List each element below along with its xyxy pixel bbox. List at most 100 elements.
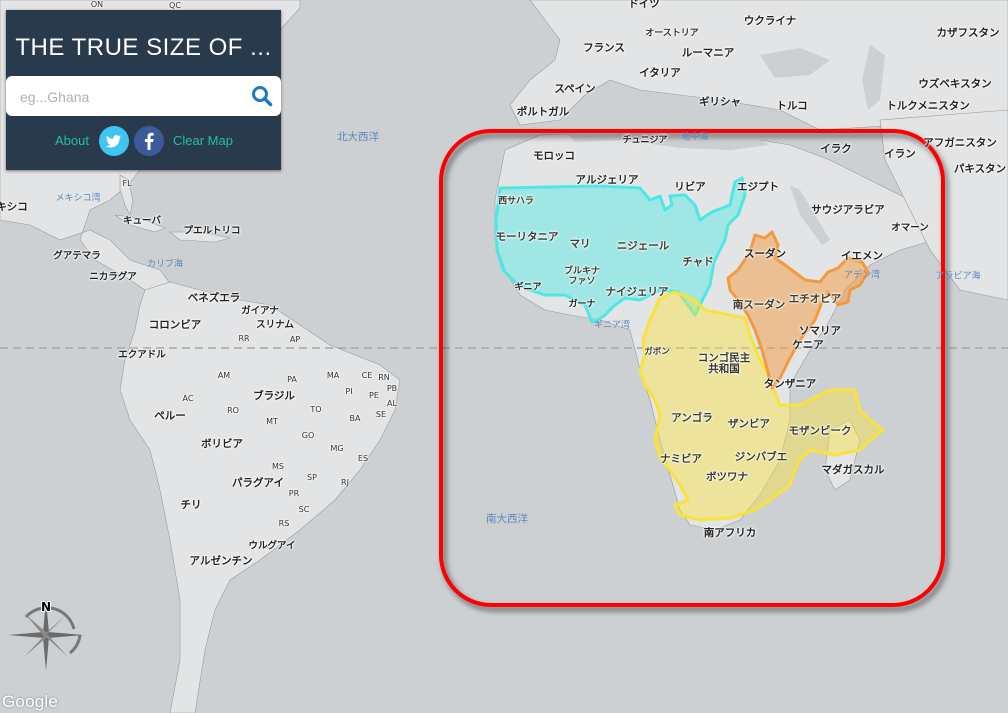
label-libya: リビア <box>674 180 706 193</box>
compass-rose-icon: N <box>6 595 86 675</box>
label-iraq: イラク <box>820 142 852 155</box>
label-north-atlantic: 北大西洋 <box>337 130 379 143</box>
label-south-sudan: 南スーダン <box>732 298 786 311</box>
label-zambia: ザンビア <box>728 417 770 430</box>
label-tunisia: チュニジア <box>622 135 668 146</box>
label-turkey: トルコ <box>776 99 808 112</box>
label-region-ma: MA <box>326 371 340 380</box>
label-south-africa: 南アフリカ <box>703 526 757 539</box>
label-spain: スペイン <box>554 82 596 95</box>
label-iran: イラン <box>884 147 916 160</box>
label-paraguay: パラグアイ <box>232 476 284 489</box>
label-angola: アンゴラ <box>671 411 713 424</box>
label-region-sp: SP <box>307 473 317 482</box>
label-madagascar: マダガスカル <box>821 463 885 476</box>
label-region-pe: PE <box>369 391 379 400</box>
label-region-rn: RN <box>378 373 390 382</box>
label-caribbean-sea: カリブ海 <box>146 259 184 270</box>
label-mediterranean: 地中海 <box>681 132 709 143</box>
label-ecuador: エクアドル <box>118 349 166 361</box>
facebook-icon[interactable] <box>134 126 164 156</box>
label-region-mg: MG <box>330 444 344 453</box>
label-italy: イタリア <box>639 66 681 79</box>
label-ghana: ガーナ <box>568 299 596 310</box>
label-faso: ファソ <box>568 276 596 287</box>
label-suriname: スリナム <box>256 319 294 331</box>
google-logo: Google <box>2 692 59 711</box>
label-uzbekistan: ウズベキスタン <box>918 77 992 90</box>
label-chile: チリ <box>180 498 202 511</box>
label-region-ba: BA <box>349 414 361 423</box>
panel-links: About Clear Map <box>6 126 281 156</box>
label-gulf-of-guinea: ギニア湾 <box>593 320 631 331</box>
twitter-icon[interactable] <box>99 126 129 156</box>
app-title: THE TRUE SIZE OF ... <box>15 34 272 61</box>
label-region-ms: MS <box>272 462 284 471</box>
land-south-america <box>119 281 401 713</box>
label-france: フランス <box>583 41 625 54</box>
label-south-atlantic: 南大西洋 <box>486 512 528 525</box>
label-gulf-of-aden: アデン湾 <box>843 270 881 281</box>
about-link[interactable]: About <box>55 133 89 148</box>
label-yemen: イエメン <box>841 249 883 262</box>
label-tanzania: タンザニア <box>763 377 817 390</box>
label-western-sahara: 西サハラ <box>498 196 534 207</box>
label-botswana: ボツワナ <box>706 470 748 483</box>
search-icon[interactable] <box>251 85 273 107</box>
label-venezuela: ベネズエラ <box>187 291 241 304</box>
label-region-rs: RS <box>278 519 290 528</box>
label-guyana: ガイアナ <box>241 305 279 317</box>
label-mozambique: モザンビーク <box>788 424 852 437</box>
label-drc-line2: 共和国 <box>708 362 740 375</box>
control-panel: THE TRUE SIZE OF ... About Clear Map <box>6 10 281 170</box>
label-mexico: キシコ <box>0 200 28 213</box>
label-portugal: ポルトガル <box>516 105 570 118</box>
label-mauritania: モーリタニア <box>495 230 559 243</box>
compass-north-label: N <box>41 600 51 614</box>
label-namibia: ナミビア <box>660 452 702 465</box>
label-region-pi: PI <box>345 387 353 396</box>
label-pakistan: パキスタン <box>953 162 1007 175</box>
label-region-to: TO <box>310 405 322 414</box>
label-region-ac: AC <box>182 394 194 403</box>
label-region-ro: RO <box>227 406 239 415</box>
label-region-pr: PR <box>288 489 300 498</box>
label-greece: ギリシャ <box>699 95 741 108</box>
label-region-rr: RR <box>238 334 250 343</box>
label-gulf-of-mexico: メキシコ湾 <box>55 193 101 204</box>
label-gabon: ガボン <box>644 346 670 357</box>
label-burkina: ブルキナ <box>563 266 601 277</box>
search-input[interactable] <box>18 84 242 110</box>
label-region-pa: PA <box>287 375 297 384</box>
label-uruguay: ウルグアイ <box>248 540 296 552</box>
label-region-on: ON <box>90 0 104 9</box>
label-region-sc: SC <box>298 505 310 514</box>
label-zimbabwe: ジンバブエ <box>734 450 788 463</box>
label-drc-line1: コンゴ民主 <box>697 351 751 364</box>
label-guinea: ギニア <box>514 282 542 293</box>
label-colombia: コロンビア <box>148 318 202 331</box>
label-region-se: SE <box>375 410 387 419</box>
label-afghanistan: アフガニスタン <box>923 136 997 149</box>
label-region-ap: AP <box>289 335 301 344</box>
label-egypt: エジプト <box>737 180 779 193</box>
label-chad: チャド <box>682 255 714 268</box>
label-nigeria: ナイジェリア <box>605 285 669 298</box>
label-peru: ペルー <box>154 409 186 422</box>
label-brazil: ブラジル <box>253 389 295 402</box>
label-region-ce: CE <box>361 371 373 380</box>
clear-map-link[interactable]: Clear Map <box>173 133 233 148</box>
label-romania: ルーマニア <box>681 46 735 59</box>
label-morocco: モロッコ <box>533 149 575 162</box>
label-region-am: AM <box>217 371 231 380</box>
label-region-mt: MT <box>266 417 278 426</box>
label-region-pb: PB <box>386 384 398 393</box>
label-region-fl: FL <box>122 179 132 188</box>
label-cuba: キューバ <box>123 215 161 227</box>
label-region-rj: RJ <box>341 478 349 487</box>
label-nicaragua: ニカラグア <box>89 271 137 283</box>
label-kazakhstan: カザフスタン <box>936 26 1000 39</box>
label-region-es: ES <box>357 454 369 463</box>
label-germany: ドイツ <box>628 0 660 10</box>
label-algeria: アルジェリア <box>575 173 639 186</box>
